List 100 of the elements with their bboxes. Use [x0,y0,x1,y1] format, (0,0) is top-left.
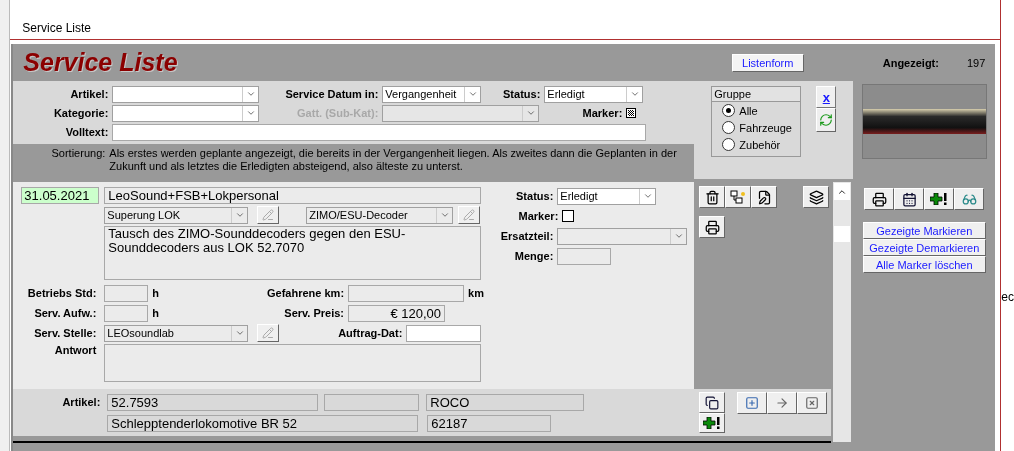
category-combo[interactable]: Superung LOK [104,206,249,224]
answer-field[interactable] [104,344,482,382]
calendar-button[interactable] [894,188,925,210]
field-label: Marker: [517,210,560,222]
article-name-field: Schlepptenderlokomotive BR 52 [107,414,419,432]
print-button[interactable] [864,188,895,210]
pencil-icon [262,209,275,221]
clear-filter-button[interactable]: x [816,86,837,108]
plus-exclamation-icon [703,417,722,429]
field-label: Auftrag-Dat: [337,327,404,339]
pencil-icon [262,327,275,339]
service-point-combo[interactable]: LEOsoundlab [104,324,249,342]
subcategory-combo[interactable]: ZIMO/ESU-Decoder [306,206,454,224]
field-label: Antwort [53,344,98,356]
filter-label: Artikel: [69,88,110,100]
status-filter-combo[interactable]: Erledigt [544,85,644,103]
field-label: Gefahrene km: [266,287,346,299]
plus-exclamation-icon [930,193,949,205]
manufacturer-field: ROCO [426,393,585,411]
scroll-up-icon [834,183,851,200]
unit-label: km [468,287,484,299]
field-label: Artikel: [61,396,102,408]
shown-label: Angezeigt: [882,56,939,69]
order-date-field[interactable] [406,324,482,342]
group-title: Gruppe [712,87,801,102]
field-label: Serv. Preis: [283,307,346,319]
filter-label: Volltext: [64,126,110,138]
km-field[interactable] [348,284,465,302]
scrollbar[interactable] [833,182,852,442]
marker-checkbox[interactable] [562,210,575,222]
print-button[interactable] [699,216,726,238]
add-button[interactable] [924,188,955,210]
windows-button[interactable] [699,392,726,413]
note-pencil-icon [756,189,772,205]
calendar-icon [901,191,917,207]
scroll-thumb[interactable] [834,226,851,242]
pencil-icon [463,209,476,221]
add-button[interactable] [699,413,726,433]
article-number-field: 52.7593 [107,393,319,411]
price-field[interactable]: € 120,00 [348,304,446,322]
status-combo[interactable]: Erledigt [557,187,657,205]
list-form-button[interactable]: Listenform [731,53,804,72]
radio-option[interactable]: Fahrzeuge [712,119,801,136]
shown-count: 197 [966,56,986,69]
marker-action-button[interactable]: Gezeigte Demarkieren [862,239,986,256]
boxes-icon [730,190,747,204]
filter-label: Marker: [581,107,624,119]
refresh-button[interactable] [816,108,837,132]
delete-button[interactable] [699,186,726,208]
filter-label: Kategorie: [52,107,110,119]
new-entry-icon [745,396,760,410]
edit-button[interactable] [257,324,280,342]
remove-icon [805,396,820,410]
radio-button[interactable] [722,121,736,134]
radio-button[interactable] [722,104,736,117]
trash-icon [704,189,720,205]
arrow-button[interactable] [767,392,798,414]
background-window-text: ec [1001,290,1014,304]
new-entry-button[interactable] [737,392,768,414]
field-label: Serv. Aufw.: [33,307,98,319]
field-label: Ersatzteil: [499,230,555,242]
edit-button[interactable] [458,206,481,224]
edit-button[interactable] [257,206,280,224]
hours-field[interactable] [104,284,149,302]
field-label: Status: [515,190,555,202]
arrow-right-icon [775,396,790,410]
article-filter-combo[interactable] [112,85,260,103]
unit-label: h [152,287,160,299]
date-field[interactable]: 31.05.2021 [21,186,100,204]
windows-button[interactable] [803,186,830,208]
effort-field[interactable] [104,304,149,322]
category-filter-combo[interactable] [112,104,260,122]
refresh-icon [819,113,834,127]
description-field[interactable]: Tausch des ZIMO-Sounddecoders gegen den ESU-Sounddecoders aus LOK 52.7070 [104,226,482,280]
fulltext-field[interactable] [112,123,647,141]
quantity-field[interactable] [557,247,612,265]
sort-note: Als erstes werden geplante angezeigt, die bereits in der Vergangenheit liegen. Als zweites dann die Geplanten in der Zukunft und als letztes die Erledigten absteigend, also älteste zu unterst. [109,147,678,174]
form-title: Service Liste [23,48,178,77]
field-label: Betriebs Std: [26,287,98,299]
service-date-combo[interactable]: Vergangenheit [382,85,482,103]
radio-label: Zubehör [739,138,781,151]
marker-action-button[interactable]: Gezeigte Markieren [862,222,986,239]
split-button[interactable] [725,186,752,208]
remove-button[interactable] [797,392,828,414]
radio-option[interactable]: Alle [712,102,801,119]
radio-label: Alle [739,104,758,117]
printer-icon [704,219,720,235]
radio-label: Fahrzeuge [739,121,792,134]
printer-icon [871,191,887,207]
edit-note-button[interactable] [751,186,778,208]
filter-label: Status: [502,88,542,100]
radio-button[interactable] [722,138,736,151]
sort-label: Sortierung: [50,147,107,161]
filter-label: Service Datum in: [284,88,380,100]
glasses-button[interactable] [954,188,985,210]
title-field[interactable]: LeoSound+FSB+Lokpersonal [104,186,482,204]
article-code-field: 62187 [427,414,552,432]
field-label: Menge: [513,250,555,262]
marker-action-button[interactable]: Alle Marker löschen [862,256,986,273]
radio-option[interactable]: Zubehör [712,136,801,153]
